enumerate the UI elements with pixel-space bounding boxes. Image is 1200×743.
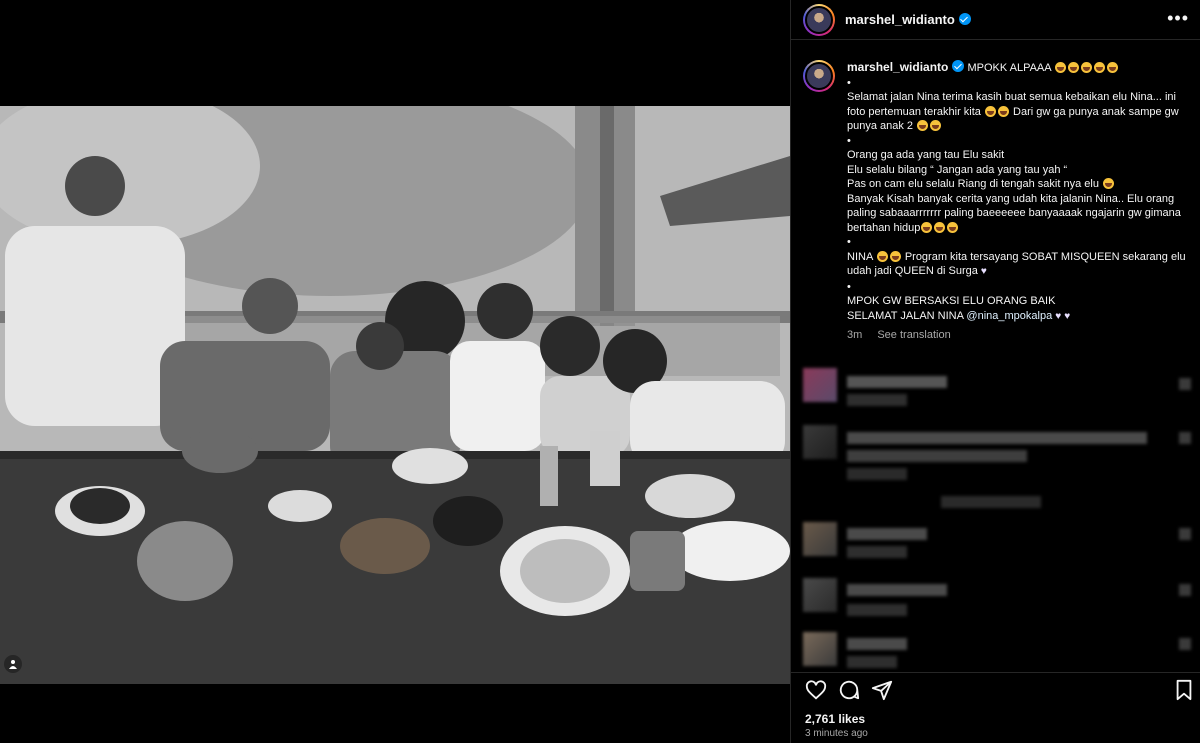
caption-line: Pas on cam elu selalu Riang di tengah sa… (847, 177, 1193, 192)
verified-badge-icon (952, 60, 965, 72)
post-sidebar: marshel_widianto ••• marshel_widianto MP… (790, 0, 1200, 743)
crying-emoji-icon (1103, 178, 1114, 189)
more-options-icon[interactable]: ••• (1167, 8, 1189, 29)
post-age: 3m (847, 329, 863, 341)
post-caption: marshel_widianto MPOKK ALPAAA • Selamat … (803, 60, 1193, 343)
crying-emoji-icon (1094, 62, 1106, 73)
comment-avatar[interactable] (803, 425, 837, 459)
crying-emoji-icon (947, 221, 959, 233)
comment-item[interactable] (803, 368, 837, 402)
comment-item[interactable] (803, 522, 837, 556)
likes-count[interactable]: 2,761 likes (805, 712, 865, 726)
caption-first-line: marshel_widianto MPOKK ALPAAA (847, 60, 1193, 76)
caption-paragraph-1: Selamat jalan Nina terima kasih buat sem… (847, 91, 1179, 132)
comment-avatar[interactable] (803, 578, 837, 612)
caption-bullet: • (847, 236, 851, 248)
crying-emoji-icon (930, 120, 942, 131)
author-avatar[interactable] (803, 3, 835, 36)
crying-emoji-icon (1081, 62, 1093, 73)
crying-emoji-icon (889, 250, 901, 262)
caption-line: MPOK GW BERSAKSI ELU ORANG BAIK (847, 295, 1056, 307)
caption-bullet: • (847, 134, 851, 147)
caption-line: SELAMAT JALAN NINA @nina_mpokalpa ♥ ♥ (847, 309, 1193, 325)
post-timestamp: 3 minutes ago (805, 728, 868, 739)
heart-emoji-icon: ♥ (1055, 310, 1062, 322)
caption-avatar[interactable] (803, 60, 835, 92)
verified-badge-icon (958, 13, 971, 25)
see-translation-link[interactable]: See translation (877, 329, 950, 341)
heart-emoji-icon: ♥ (980, 266, 987, 277)
comment-item[interactable] (803, 632, 837, 666)
caption-meta: 3m See translation (847, 328, 1193, 343)
heart-emoji-icon: ♥ (1064, 310, 1071, 322)
post-header: marshel_widianto ••• (791, 0, 1200, 40)
crying-emoji-icon (984, 105, 996, 117)
caption-bullet: • (847, 280, 851, 293)
comment-icon[interactable] (838, 679, 860, 701)
crying-emoji-icon (876, 250, 888, 262)
crying-emoji-icon (921, 221, 933, 233)
crying-emoji-icon (1068, 62, 1080, 73)
caption-headline: MPOKK ALPAAA (967, 62, 1051, 74)
caption-line: Elu selalu bilang “ Jangan ada yang tau … (847, 163, 1068, 176)
person-tag-icon[interactable] (4, 655, 22, 673)
crying-emoji-icon (1055, 62, 1067, 73)
comment-avatar[interactable] (803, 632, 837, 666)
crying-emoji-icon (1107, 62, 1119, 73)
mention-link[interactable]: @nina_mpokalpa (966, 310, 1052, 322)
post-actions (791, 672, 1200, 702)
comment-avatar[interactable] (803, 522, 837, 556)
caption-line: Banyak Kisah banyak cerita yang udah kit… (847, 192, 1181, 234)
caption-username[interactable]: marshel_widianto (847, 60, 948, 74)
comment-avatar[interactable] (803, 368, 837, 402)
bookmark-icon[interactable] (1173, 679, 1195, 701)
share-icon[interactable] (871, 679, 893, 701)
post-media[interactable] (0, 0, 790, 743)
like-heart-icon[interactable] (805, 679, 827, 701)
crying-emoji-icon (997, 105, 1009, 117)
comments-list (791, 360, 1200, 670)
crying-emoji-icon (934, 221, 946, 233)
post-photo[interactable] (0, 106, 790, 684)
caption-body: marshel_widianto MPOKK ALPAAA • Selamat … (847, 60, 1193, 343)
caption-line: Orang ga ada yang tau Elu sakit (847, 149, 1005, 161)
crying-emoji-icon (917, 120, 929, 131)
caption-bullet: • (847, 76, 851, 89)
comment-item[interactable] (803, 578, 837, 612)
comment-item[interactable] (803, 425, 837, 459)
caption-paragraph-3: NINA Program kita tersayang SOBAT MISQUE… (847, 250, 1193, 280)
author-username[interactable]: marshel_widianto (845, 12, 971, 27)
